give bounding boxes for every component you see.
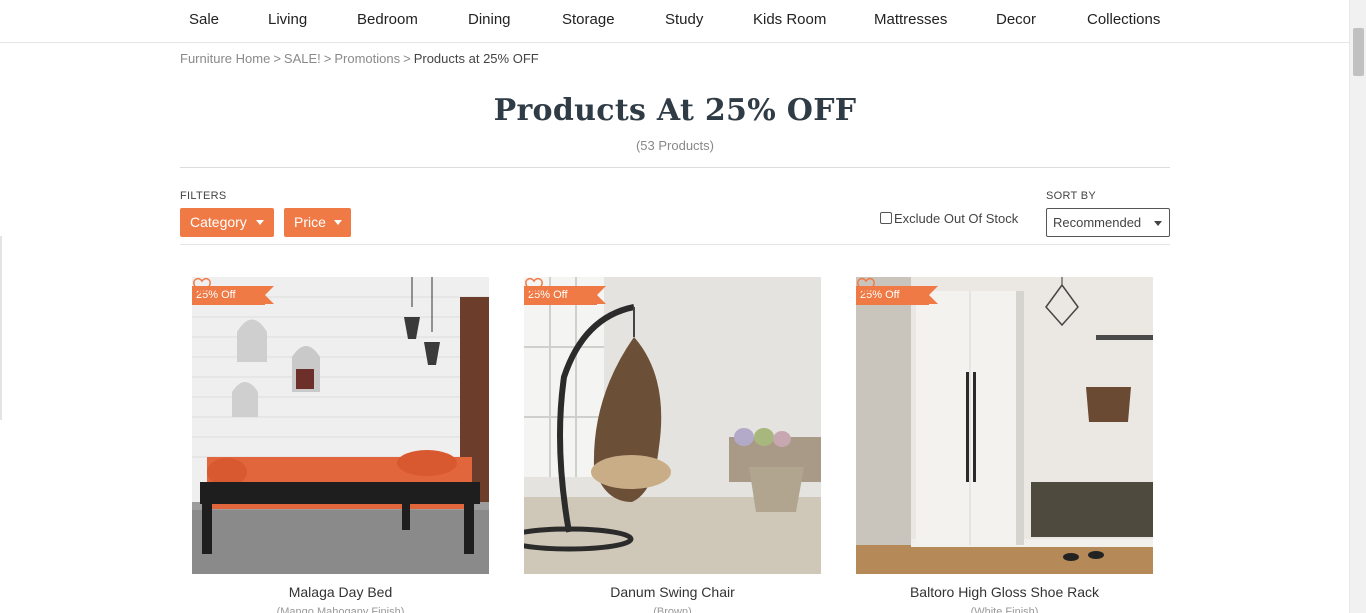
product-variant: (Mango Mahogany Finish): [276, 606, 405, 613]
breadcrumb-link-promotions[interactable]: Promotions: [334, 51, 400, 66]
nav-item-kids-room[interactable]: Kids Room: [753, 11, 826, 28]
nav-item-living[interactable]: Living: [268, 11, 307, 28]
breadcrumb: Furniture Home > SALE! > Promotions > Products…: [180, 51, 539, 66]
nav-item-collections[interactable]: Collections: [1087, 11, 1160, 28]
product-card[interactable]: 25% Off Malaga Day Bed (Mango Mahogany F…: [192, 277, 489, 613]
sort-label: SORT BY: [1046, 190, 1096, 202]
product-image[interactable]: 25% Off: [856, 277, 1153, 574]
category-filter-label: Category: [190, 214, 247, 230]
breadcrumb-link-furniture-home[interactable]: Furniture Home: [180, 51, 270, 66]
exclude-out-of-stock-checkbox[interactable]: [880, 212, 892, 224]
swing-chair-image: [524, 277, 821, 574]
breadcrumb-separator: >: [403, 51, 411, 66]
breadcrumb-current: Products at 25% OFF: [413, 51, 539, 66]
breadcrumb-link-sale[interactable]: SALE!: [284, 51, 321, 66]
nav-item-bedroom[interactable]: Bedroom: [357, 11, 418, 28]
scrollbar-thumb[interactable]: [1353, 28, 1364, 76]
price-filter-label: Price: [294, 214, 326, 230]
caret-down-icon: [1154, 221, 1162, 226]
product-name[interactable]: Malaga Day Bed: [192, 584, 489, 600]
price-filter-button[interactable]: Price: [284, 208, 351, 237]
product-card[interactable]: 25% Off Danum Swing Chair (Brown): [524, 277, 821, 613]
product-image[interactable]: 25% Off: [524, 277, 821, 574]
nav-item-sale[interactable]: Sale: [189, 11, 219, 28]
page-title: Products At 25% OFF: [493, 93, 857, 128]
product-count: (53 Products): [635, 138, 715, 153]
exclude-out-of-stock-label: Exclude Out Of Stock: [894, 211, 1019, 226]
nav-item-decor[interactable]: Decor: [996, 11, 1036, 28]
side-panel-edge: [0, 236, 2, 420]
caret-down-icon: [334, 220, 342, 225]
nav-item-mattresses[interactable]: Mattresses: [874, 11, 947, 28]
heart-outline-icon[interactable]: [856, 277, 876, 295]
vertical-scrollbar[interactable]: [1349, 0, 1366, 613]
divider: [180, 167, 1170, 168]
breadcrumb-separator: >: [323, 51, 332, 66]
product-variant: (Brown): [653, 606, 692, 613]
top-navigation: Sale Living Bedroom Dining Storage Study…: [0, 0, 1349, 43]
nav-item-dining[interactable]: Dining: [468, 11, 511, 28]
product-card[interactable]: 25% Off Baltoro High Gloss Shoe Rack (Wh…: [856, 277, 1153, 613]
sort-select[interactable]: Recommended: [1046, 208, 1170, 237]
nav-item-study[interactable]: Study: [665, 11, 703, 28]
category-filter-button[interactable]: Category: [180, 208, 274, 237]
product-image[interactable]: 25% Off: [192, 277, 489, 574]
exclude-out-of-stock-toggle[interactable]: Exclude Out Of Stock: [880, 211, 1018, 226]
product-name[interactable]: Danum Swing Chair: [524, 584, 821, 600]
product-variant: (White Finish): [970, 606, 1039, 613]
heart-outline-icon[interactable]: [192, 277, 212, 295]
breadcrumb-separator: >: [273, 51, 281, 66]
nav-item-storage[interactable]: Storage: [562, 11, 615, 28]
sort-selected-value: Recommended: [1053, 215, 1142, 230]
divider: [180, 244, 1170, 245]
shoe-rack-image: [856, 277, 1153, 574]
product-name[interactable]: Baltoro High Gloss Shoe Rack: [856, 584, 1153, 600]
heart-outline-icon[interactable]: [524, 277, 544, 295]
filters-label: FILTERS: [180, 190, 227, 202]
day-bed-image: [192, 277, 489, 574]
caret-down-icon: [256, 220, 264, 225]
